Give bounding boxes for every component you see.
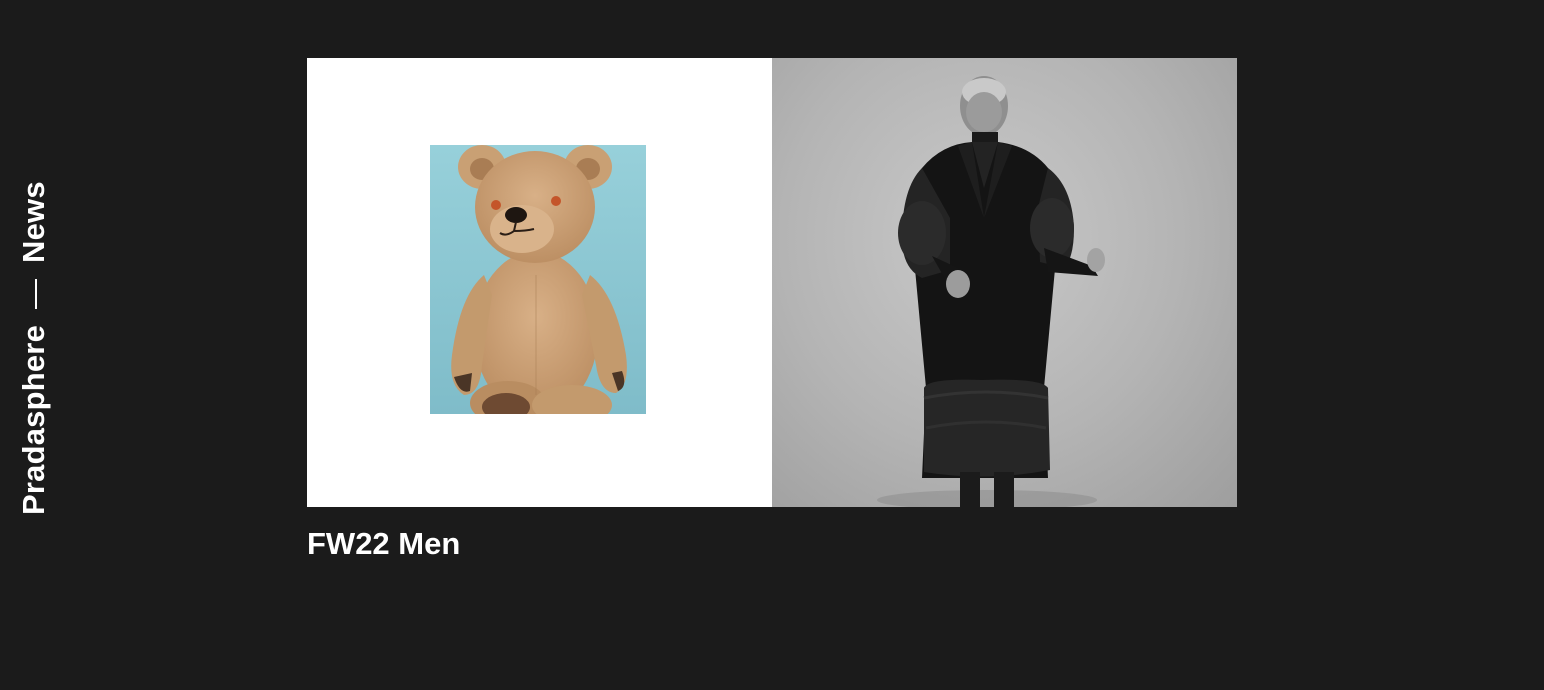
nav-link-news[interactable]: News: [16, 181, 52, 263]
page: Pradasphere News FW22 Men: [0, 0, 1544, 690]
card-title[interactable]: FW22 Men: [307, 527, 1237, 561]
model-in-coat-image: [877, 76, 1105, 507]
nav-link-pradasphere[interactable]: Pradasphere: [16, 325, 52, 515]
model-panel: [772, 58, 1237, 507]
card-image-link[interactable]: [307, 58, 1237, 507]
news-card: FW22 Men: [307, 58, 1237, 561]
side-breadcrumb: Pradasphere News: [16, 175, 52, 515]
nav-separator: [35, 278, 37, 309]
teddy-bear-image: [430, 145, 646, 414]
side-breadcrumb-nav: Pradasphere News: [16, 175, 52, 515]
teddy-bear-panel: [307, 58, 772, 507]
